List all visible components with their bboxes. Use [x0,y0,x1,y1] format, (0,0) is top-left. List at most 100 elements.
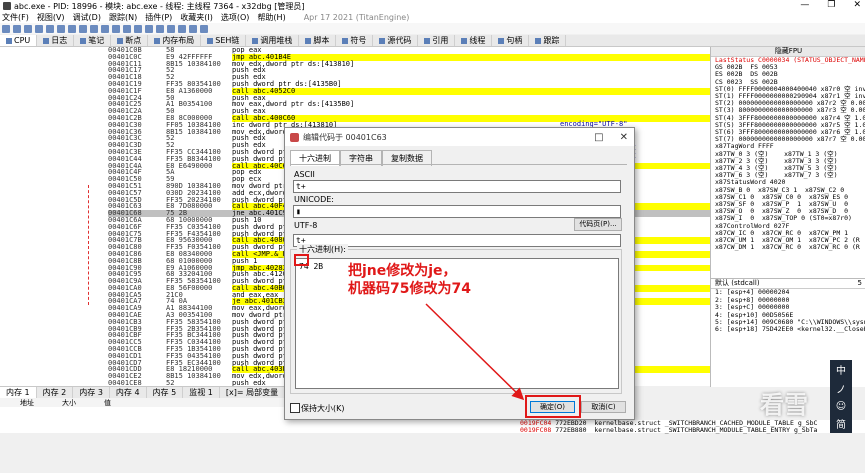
address-column[interactable]: 00401C0B 00401C0C 00401C11 00401C17 00401C18… [108,47,166,386]
patches-icon[interactable] [134,24,142,33]
tab-references[interactable]: 引用 [418,35,456,46]
col-size[interactable]: 大小 [62,398,76,407]
keep-size-checkbox[interactable] [290,403,300,413]
disasm-instruction[interactable]: push edx [232,67,710,74]
tab-cpu[interactable]: CPU [0,35,38,46]
disasm-instruction[interactable]: mov edx,dword ptr ds:[413810] [232,60,710,68]
pause-icon[interactable] [46,24,54,33]
disasm-instruction[interactable]: mov eax,dword ptr ds:[4135B0] [232,101,710,108]
disasm-bytes[interactable]: 8B15 10384100 [166,128,232,136]
menu-plugins[interactable]: 插件(P) [145,12,172,23]
tab-memory-map[interactable]: 内存布局 [148,35,202,46]
disasm-instruction[interactable]: push eax [232,108,710,115]
tab-locals[interactable]: [x]= 局部变量 [220,387,286,398]
tab-threads[interactable]: 线程 [455,35,493,46]
functions-icon[interactable] [178,24,186,33]
disasm-bytes[interactable]: 52 [166,135,232,142]
close-debuggee-icon[interactable] [24,24,32,33]
register-line[interactable]: x87CW_DM 1 x87CW_RC 0 x87CW_RC 0 (R [711,244,865,251]
app-icon [3,2,11,10]
ime-chinese[interactable]: 中 [836,362,846,377]
tab-dump-5[interactable]: 内存 5 [147,387,184,398]
disasm-bytes[interactable]: 8B15 10384100 [166,373,232,380]
disasm-bytes[interactable]: 52 [166,67,232,74]
dialog-close-button[interactable]: ✕ [620,132,628,143]
step-over-icon[interactable] [68,24,76,33]
cancel-button[interactable]: 取消(C) [581,401,626,413]
disasm-instruction[interactable]: pop eax [232,47,710,54]
menu-favourites[interactable]: 收藏夹(I) [180,12,213,23]
close-button[interactable]: ✕ [853,0,861,10]
tab-dump-1[interactable]: 内存 1 [0,387,37,398]
tab-call-stack[interactable]: 调用堆栈 [246,35,300,46]
ime-punct[interactable]: ノ [836,381,846,396]
run-to-user-code-icon[interactable] [112,24,120,33]
bytes-column[interactable]: 58 E9 42FFFFFF 8B15 10384100 52 52 FF35 80354… [166,47,232,386]
hex-remaining-bytes: 2B [308,262,324,271]
labels-icon[interactable] [156,24,164,33]
dialog-maximize-button[interactable]: □ [594,132,603,143]
menu-trace[interactable]: 跟踪(N) [109,12,137,23]
disasm-bytes[interactable]: 5A [166,169,232,176]
disasm-bytes[interactable]: E8 A1360000 [166,87,232,95]
minimize-button[interactable]: — [800,0,809,10]
menu-file[interactable]: 文件(F) [2,12,29,23]
disasm-bytes[interactable]: A1 B0354100 [166,101,232,108]
tab-log[interactable]: 日志 [37,35,75,46]
tab-symbols[interactable]: 符号 [336,35,374,46]
maximize-button[interactable]: ❐ [827,0,835,10]
unicode-field[interactable]: ▮ [293,205,621,218]
argument-line[interactable]: 6: [esp+18] 75D42EE0 <kernel32.__CloseHa… [711,326,865,334]
disasm-instruction[interactable]: push dword ptr ds:[4135B0] [232,81,710,88]
source-icon [379,37,386,44]
arg-count[interactable]: 5 [858,279,862,287]
tab-notes[interactable]: 笔记 [74,35,112,46]
call-stack-icon [252,37,259,44]
tab-dump-4[interactable]: 内存 4 [110,387,147,398]
execute-till-return-icon[interactable] [101,24,109,33]
run-icon[interactable] [35,24,43,33]
tab-breakpoints[interactable]: 断点 [111,35,149,46]
dialog-app-icon [290,132,299,142]
scylla-icon[interactable] [123,24,131,33]
tab-trace[interactable]: 跟踪 [529,35,567,46]
step-into-icon[interactable] [57,24,65,33]
menu-options[interactable]: 选项(O) [221,12,250,23]
col-value[interactable]: 值 [104,398,111,407]
col-address[interactable]: 地址 [20,398,34,407]
menu-view[interactable]: 视图(V) [37,12,65,23]
registers-panel[interactable]: 隐藏FPU LastStatus C0000034 (STATUS_OBJECT… [710,47,865,278]
ime-simplified[interactable]: 简 [836,416,846,431]
tab-handles[interactable]: 句柄 [492,35,530,46]
dialog-title: 编辑代码于 00401C63 [303,132,387,142]
restart-icon[interactable] [13,24,21,33]
open-icon[interactable] [2,24,10,33]
codepage-button[interactable]: 代码页(P)... [574,218,622,231]
tab-watch-1[interactable]: 监视 1 [183,387,220,398]
calculator-icon[interactable] [200,24,208,33]
bookmarks-icon[interactable] [167,24,175,33]
ascii-label: ASCII [294,170,315,179]
tab-source[interactable]: 源代码 [373,35,419,46]
argument-lines: 1: [esp+4] 00000204 2: [esp+8] 00000000 3:… [711,288,865,334]
disasm-bytes[interactable]: E8 E6490000 [166,162,232,170]
tab-dump-2[interactable]: 内存 2 [37,387,74,398]
trace-into-icon[interactable] [79,24,87,33]
tab-divider [290,164,627,165]
trace-icon [535,37,542,44]
tab-dump-3[interactable]: 内存 3 [73,387,110,398]
tab-seh[interactable]: SEH链 [201,35,247,46]
comments-icon[interactable] [145,24,153,33]
menu-help[interactable]: 帮助(H) [257,12,285,23]
strings-icon[interactable] [189,24,197,33]
disasm-instruction[interactable]: call abc.4052C0 [232,87,710,95]
branch-gutter[interactable] [0,47,109,386]
tab-script[interactable]: 脚本 [299,35,337,46]
trace-over-icon[interactable] [90,24,98,33]
menu-debug[interactable]: 调试(D) [73,12,101,23]
window-title: abc.exe - PID: 18996 - 模块: abc.exe - 线程:… [14,1,305,11]
disasm-bytes[interactable]: 8B15 10384100 [166,60,232,68]
ime-toolbar[interactable]: 中 ノ ☺ 简 [830,360,852,433]
ime-emoji[interactable]: ☺ [836,401,846,412]
ascii-field[interactable]: t+ [293,180,621,193]
